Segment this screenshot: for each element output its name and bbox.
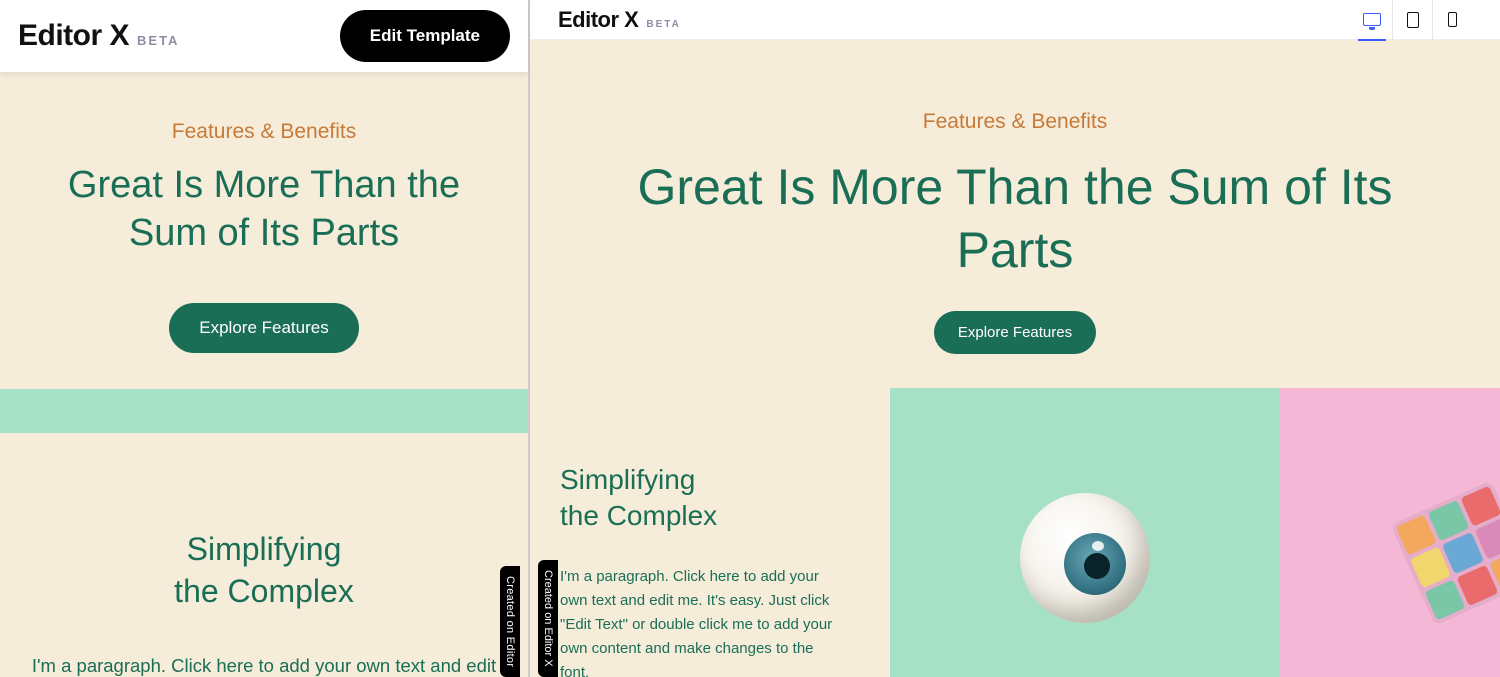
phone-icon: [1448, 12, 1457, 27]
mobile-preview-header: Editor X BETA Edit Template: [0, 0, 528, 72]
brand-name: Editor X: [18, 19, 129, 53]
eyeball-graphic: [1020, 493, 1150, 623]
feature-row: Simplifyingthe Complex I'm a paragraph. …: [530, 388, 1500, 677]
tablet-icon: [1407, 12, 1419, 28]
mobile-preview-content: Features & Benefits Great Is More Than t…: [0, 72, 528, 677]
device-tablet-button[interactable]: [1392, 0, 1432, 40]
eyebrow-text: Features & Benefits: [0, 120, 528, 144]
editable-paragraph[interactable]: I'm a paragraph. Click here to add your …: [0, 652, 528, 677]
decorative-mint-band: [0, 389, 528, 433]
feature-image-pink: [1280, 388, 1500, 677]
section-subtitle: Simplifyingthe Complex: [560, 462, 860, 535]
desktop-preview-header: Editor X BETA: [530, 0, 1500, 40]
feature-text-block: Simplifyingthe Complex I'm a paragraph. …: [530, 388, 890, 677]
hero-title: Great Is More Than the Sum of Its Parts: [530, 156, 1500, 281]
editable-paragraph[interactable]: I'm a paragraph. Click here to add your …: [560, 565, 840, 677]
hero-title: Great Is More Than the Sum of Its Parts: [0, 162, 528, 257]
desktop-preview-content: Features & Benefits Great Is More Than t…: [530, 40, 1500, 677]
brand-logo[interactable]: Editor X BETA: [18, 19, 179, 53]
feature-image-mint: [890, 388, 1280, 677]
brand-name: Editor X: [558, 7, 638, 33]
created-on-badge[interactable]: Created on Editor X: [538, 560, 558, 677]
explore-features-button[interactable]: Explore Features: [934, 311, 1096, 354]
device-phone-button[interactable]: [1432, 0, 1472, 40]
created-on-badge[interactable]: Created on Editor: [500, 566, 520, 677]
section-subtitle: Simplifyingthe Complex: [0, 529, 528, 612]
beta-badge: BETA: [646, 19, 680, 30]
explore-features-button[interactable]: Explore Features: [169, 303, 358, 353]
brand-logo[interactable]: Editor X BETA: [558, 7, 681, 33]
mobile-preview-panel: Editor X BETA Edit Template Features & B…: [0, 0, 530, 677]
rubiks-cube-graphic: [1390, 480, 1500, 625]
eyebrow-text: Features & Benefits: [530, 110, 1500, 134]
desktop-preview-panel: Editor X BETA Features & Benefits Great …: [530, 0, 1500, 677]
device-desktop-button[interactable]: [1352, 0, 1392, 40]
desktop-icon: [1363, 13, 1381, 26]
edit-template-button[interactable]: Edit Template: [340, 10, 510, 62]
beta-badge: BETA: [137, 33, 179, 48]
device-switcher: [1352, 0, 1472, 40]
